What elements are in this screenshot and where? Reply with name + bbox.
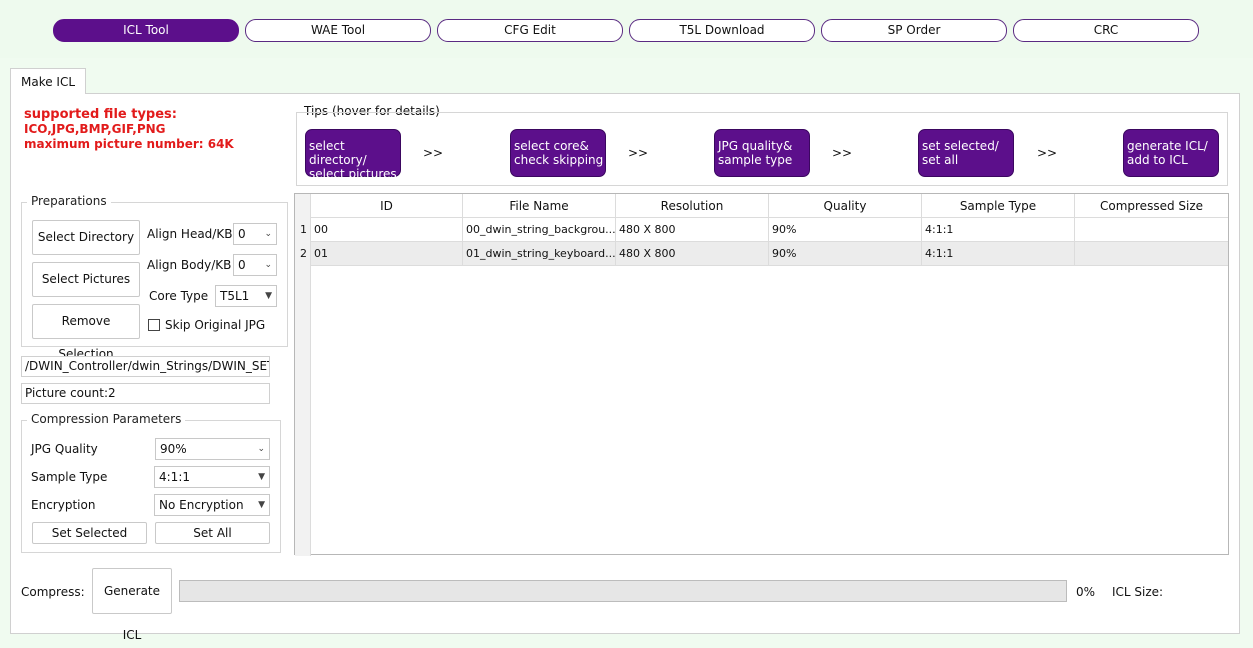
nav-crc[interactable]: CRC [1013,19,1199,42]
tip-arrow-2: >> [628,146,649,160]
tip-step-5[interactable]: generate ICL/ add to ICL [1123,129,1219,177]
tip-step-4[interactable]: set selected/ set all [918,129,1014,177]
pictures-table[interactable]: ID File Name Resolution Quality Sample T… [294,193,1229,556]
cell-sample-type: 4:1:1 [922,242,1075,266]
jpg-quality-combo[interactable]: 90% ⌄ [155,438,270,460]
tip-step-2-line-1: select core& [514,139,589,153]
core-type-value: T5L1 [220,289,250,303]
tip-arrow-4: >> [1037,146,1058,160]
align-head-value: 0 [238,227,246,241]
tip-step-5-line-2: add to ICL [1127,153,1188,167]
chevron-down-icon: ⌄ [257,444,265,454]
cell-file-name: 00_dwin_string_backgrou... [463,218,616,242]
compress-progress-bar [179,580,1067,602]
core-type-label: Core Type [149,289,209,303]
row-number: 1 [300,223,307,236]
tip-arrow-3: >> [832,146,853,160]
info-line-1: supported file types: [24,107,177,122]
nav-sp-order[interactable]: SP Order [821,19,1007,42]
tip-step-3[interactable]: JPG quality& sample type [714,129,810,177]
nav-cfg-edit[interactable]: CFG Edit [437,19,623,42]
align-body-combo[interactable]: 0 ⌄ [233,254,277,276]
triangle-down-icon: ▼ [258,500,265,510]
sample-type-combo[interactable]: 4:1:1 ▼ [154,466,270,488]
triangle-down-icon: ▼ [265,291,272,301]
tip-arrow-1: >> [423,146,444,160]
chevron-down-icon: ⌄ [264,229,272,239]
tip-step-3-line-2: sample type [718,153,793,167]
nav-icl-tool[interactable]: ICL Tool [53,19,239,42]
cell-id: 01 [311,242,463,266]
sample-type-label: Sample Type [31,470,108,484]
encryption-label: Encryption [31,498,96,512]
supported-types-info: supported file types: ICO,JPG,BMP,GIF,PN… [24,107,234,152]
column-header-compressed-size[interactable]: Compressed Size [1075,194,1228,218]
column-header-file-name[interactable]: File Name [463,194,616,218]
tip-step-4-line-1: set selected/ [922,139,999,153]
info-line-2: ICO,JPG,BMP,GIF,PNG [24,122,166,136]
align-body-value: 0 [238,258,246,272]
sample-type-value: 4:1:1 [159,470,190,484]
jpg-quality-value: 90% [160,442,187,456]
compress-label: Compress: [21,585,85,599]
cell-quality: 90% [769,218,922,242]
select-directory-button[interactable]: Select Directory [32,220,140,255]
jpg-quality-label: JPG Quality [31,442,98,456]
nav-wae-tool[interactable]: WAE Tool [245,19,431,42]
chevron-down-icon: ⌄ [264,260,272,270]
cell-compressed-size [1075,242,1228,266]
align-body-label: Align Body/KB [147,258,232,272]
cell-resolution: 480 X 800 [616,218,769,242]
align-head-combo[interactable]: 0 ⌄ [233,223,277,245]
tab-make-icl[interactable]: Make ICL [10,68,86,94]
compression-title: Compression Parameters [27,412,186,426]
cell-quality: 90% [769,242,922,266]
skip-original-jpg-checkbox[interactable] [148,319,160,331]
generate-icl-button[interactable]: Generate ICL [92,568,172,642]
directory-path-field[interactable]: /DWIN_Controller/dwin_Strings/DWIN_SET [21,356,270,377]
tip-step-2-line-2: check skipping [514,153,604,167]
encryption-value: No Encryption [159,498,244,512]
remove-selection-button[interactable]: Remove Selection [32,304,140,361]
triangle-down-icon: ▼ [258,472,265,482]
column-header-sample-type[interactable]: Sample Type [922,194,1075,218]
encryption-combo[interactable]: No Encryption ▼ [154,494,270,516]
cell-sample-type: 4:1:1 [922,218,1075,242]
select-pictures-button[interactable]: Select Pictures [32,262,140,297]
tip-step-1-line-1: select directory/ [309,139,367,167]
set-selected-button[interactable]: Set Selected [32,522,147,544]
column-header-quality[interactable]: Quality [769,194,922,218]
tip-step-2[interactable]: select core& check skipping [510,129,606,177]
core-type-combo[interactable]: T5L1 ▼ [215,285,277,307]
cell-resolution: 480 X 800 [616,242,769,266]
cell-id: 00 [311,218,463,242]
column-header-id[interactable]: ID [311,194,463,218]
picture-count-field: Picture count:2 [21,383,270,404]
cell-compressed-size [1075,218,1228,242]
column-header-resolution[interactable]: Resolution [616,194,769,218]
align-head-label: Align Head/KB [147,227,233,241]
icl-size-label: ICL Size: [1112,585,1164,599]
tip-step-1-line-2: select pictures [309,167,397,181]
row-number: 2 [300,247,307,260]
tip-step-4-line-2: set all [922,153,959,167]
cell-file-name: 01_dwin_string_keyboard... [463,242,616,266]
tip-step-3-line-1: JPG quality& [718,139,793,153]
set-all-button[interactable]: Set All [155,522,270,544]
top-navigation: ICL Tool WAE Tool CFG Edit T5L Download … [0,0,1253,58]
tip-step-1[interactable]: select directory/ select pictures [305,129,401,181]
preparations-title: Preparations [27,194,111,208]
tip-step-5-line-1: generate ICL/ [1127,139,1208,153]
info-line-3: maximum picture number: 64K [24,137,234,151]
progress-percent: 0% [1076,585,1096,599]
skip-original-jpg-label: Skip Original JPG [165,318,266,332]
nav-t5l-download[interactable]: T5L Download [629,19,815,42]
